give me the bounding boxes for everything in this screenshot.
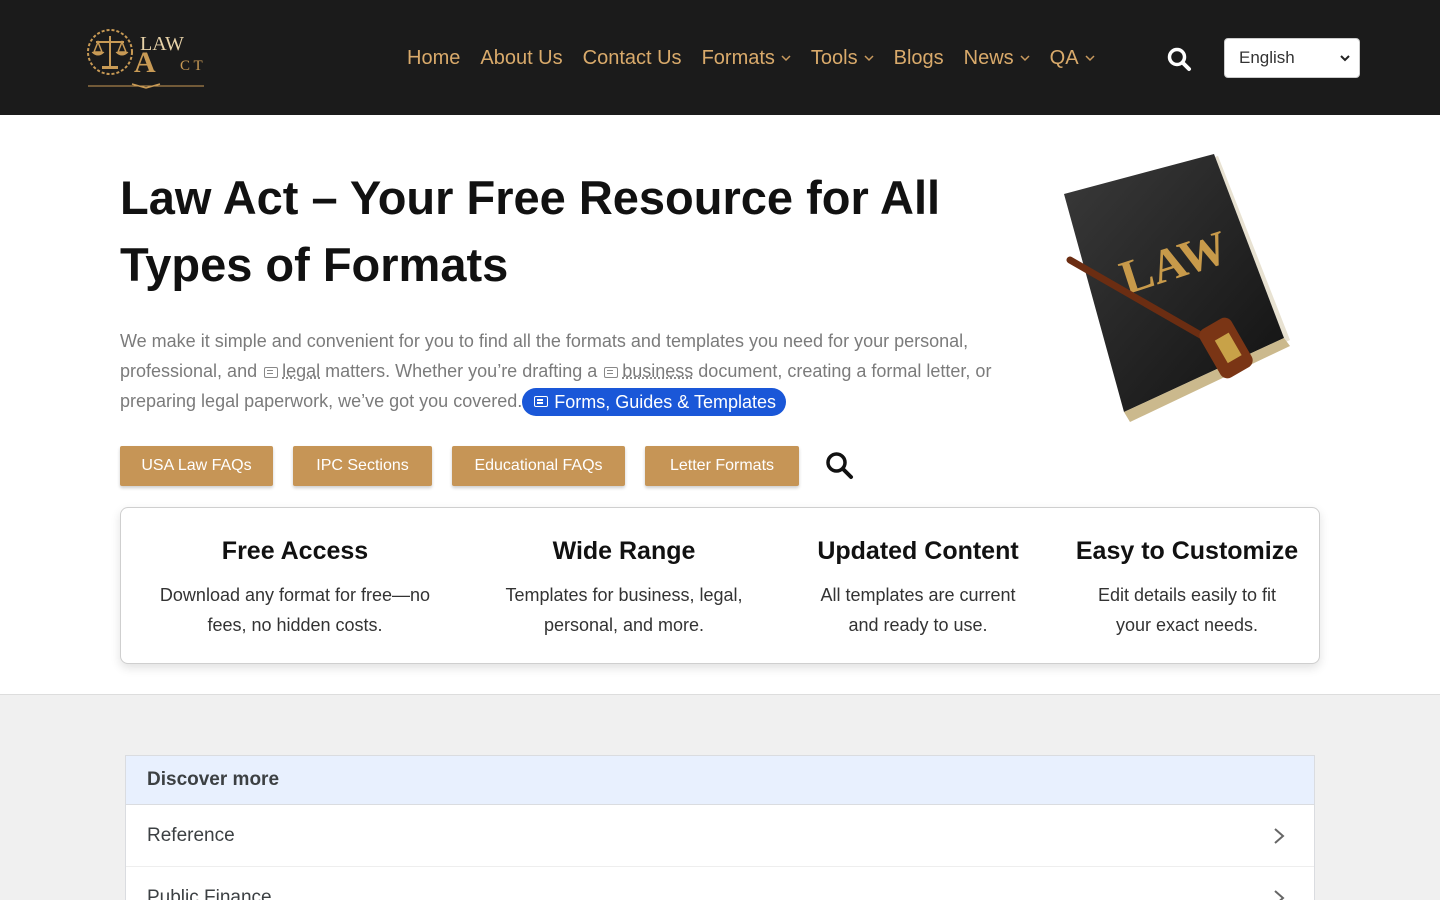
feature-title: Wide Range (474, 534, 774, 568)
feature-text-line: personal, and more. (544, 615, 704, 635)
feature-title: Easy to Customize (1067, 534, 1307, 568)
nav-label: Formats (702, 47, 775, 70)
nav-home[interactable]: Home (397, 47, 470, 70)
feature-text-line: Download any format for free—no (160, 585, 430, 605)
feature-text: Download any format for free—no fees, no … (145, 580, 445, 640)
letter-formats-button[interactable]: Letter Formats (645, 446, 799, 486)
feature-text: Edit details easily to fit your exact nee… (1067, 580, 1307, 640)
search-icon[interactable] (1166, 46, 1192, 72)
feature-updated-content: Updated Content All templates are curren… (788, 534, 1048, 640)
nav-label: QA (1050, 47, 1079, 70)
feature-free-access: Free Access Download any format for free… (145, 534, 445, 640)
ipc-sections-button[interactable]: IPC Sections (293, 446, 432, 486)
chevron-down-icon (1339, 53, 1351, 63)
feature-text-line: and ready to use. (848, 615, 987, 635)
page-title: Law Act – Your Free Resource for All Typ… (120, 164, 1000, 298)
discover-item-label: Public Finance (147, 887, 272, 900)
nav-news[interactable]: News (954, 47, 1040, 70)
chevron-down-icon (864, 53, 874, 63)
chevron-down-icon (1020, 53, 1030, 63)
chevron-down-icon (781, 53, 791, 63)
feature-easy-to-customize: Easy to Customize Edit details easily to… (1067, 534, 1307, 640)
language-select-value: English (1239, 48, 1295, 68)
business-link[interactable]: business (622, 361, 693, 381)
search-icon[interactable] (824, 450, 854, 480)
feature-text-line: All templates are current (820, 585, 1015, 605)
language-select[interactable]: English (1224, 38, 1360, 78)
legal-link[interactable]: legal (282, 361, 320, 381)
site-header: LAW A C T Home About Us Contact Us Formats T… (0, 0, 1440, 115)
nav-label: Tools (811, 47, 858, 70)
law-act-logo[interactable]: LAW A C T (84, 24, 208, 90)
discover-item-reference[interactable]: Reference (126, 805, 1314, 867)
svg-text:A: A (134, 46, 156, 79)
nav-label: Blogs (894, 47, 944, 70)
nav-qa[interactable]: QA (1040, 47, 1105, 70)
feature-text: All templates are current and ready to us… (788, 580, 1048, 640)
nav-label: Home (407, 47, 460, 70)
feature-wide-range: Wide Range Templates for business, legal… (474, 534, 774, 640)
document-icon (604, 367, 618, 378)
chevron-right-icon (1272, 889, 1286, 900)
feature-text-line: Edit details easily to fit (1098, 585, 1276, 605)
nav-formats[interactable]: Formats (692, 47, 801, 70)
feature-text-line: your exact needs. (1116, 615, 1258, 635)
document-icon (264, 367, 278, 378)
law-book-gavel-image: LAW (1058, 150, 1298, 430)
chevron-down-icon (1085, 53, 1095, 63)
nav-tools[interactable]: Tools (801, 47, 884, 70)
nav-label: About Us (480, 47, 562, 70)
educational-faqs-button[interactable]: Educational FAQs (452, 446, 625, 486)
nav-label: Contact Us (583, 47, 682, 70)
nav-blogs[interactable]: Blogs (884, 47, 954, 70)
chevron-right-icon (1272, 827, 1286, 845)
pill-label: Forms, Guides & Templates (554, 390, 776, 414)
document-icon (534, 396, 548, 407)
feature-title: Updated Content (788, 534, 1048, 568)
feature-title: Free Access (145, 534, 445, 568)
hero-description: We make it simple and convenient for you… (120, 326, 1020, 416)
main-nav: Home About Us Contact Us Formats Tools Blogs N… (397, 40, 1105, 76)
hero-text-part: matters. Whether you’re drafting a (320, 361, 602, 381)
discover-item-label: Reference (147, 825, 235, 847)
discover-more-panel: Discover more Reference Public Finance (125, 755, 1315, 900)
svg-text:C T: C T (180, 58, 203, 74)
feature-text-line: fees, no hidden costs. (207, 615, 382, 635)
features-box: Free Access Download any format for free… (120, 507, 1320, 664)
forms-guides-templates-pill[interactable]: Forms, Guides & Templates (522, 388, 786, 416)
discover-more-title: Discover more (126, 756, 1314, 805)
feature-text: Templates for business, legal, personal, … (474, 580, 774, 640)
usa-law-faqs-button[interactable]: USA Law FAQs (120, 446, 273, 486)
nav-about-us[interactable]: About Us (470, 47, 572, 70)
nav-contact-us[interactable]: Contact Us (573, 47, 692, 70)
nav-label: News (964, 47, 1014, 70)
discover-item-public-finance[interactable]: Public Finance (126, 867, 1314, 900)
feature-text-line: Templates for business, legal, (505, 585, 742, 605)
